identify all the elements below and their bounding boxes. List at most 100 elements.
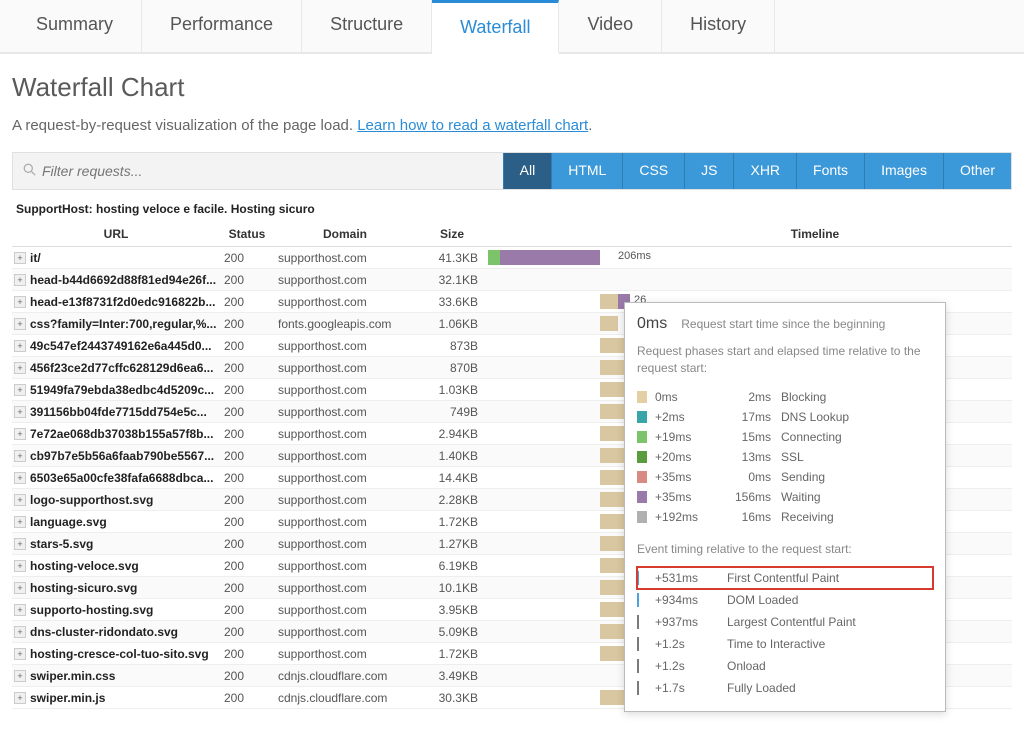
expand-icon[interactable]: + [14,318,26,330]
tab-history[interactable]: History [662,0,775,52]
phase-row: +192ms16msReceiving [637,507,933,527]
status-cell: 200 [220,493,274,507]
col-url[interactable]: URL [12,222,220,246]
size-cell: 3.49KB [416,669,488,683]
learn-link[interactable]: Learn how to read a waterfall chart [357,117,588,134]
domain-cell: supporthost.com [274,383,416,397]
event-name: Fully Loaded [727,681,796,695]
size-cell: 10.1KB [416,581,488,595]
url-text: 391156bb04fde7715dd754e5c... [30,405,207,419]
url-text: hosting-cresce-col-tuo-sito.svg [30,647,209,661]
filter-btn-html[interactable]: HTML [551,153,622,189]
filter-btn-js[interactable]: JS [684,153,733,189]
filter-input-wrap [13,153,503,189]
timeline-left [488,643,618,664]
event-row: +1.7sFully Loaded [637,677,933,699]
status-cell: 200 [220,669,274,683]
tab-video[interactable]: Video [559,0,662,52]
col-timeline[interactable]: Timeline [618,222,1012,246]
expand-icon[interactable]: + [14,274,26,286]
expand-icon[interactable]: + [14,670,26,682]
expand-icon[interactable]: + [14,362,26,374]
expand-icon[interactable]: + [14,538,26,550]
table-row[interactable]: +it/200supporthost.com41.3KB206ms [12,247,1012,269]
size-cell: 30.3KB [416,691,488,705]
filter-btn-xhr[interactable]: XHR [733,153,796,189]
url-text: it/ [30,251,41,265]
phase-swatch [637,511,647,523]
phase-start: +2ms [655,410,719,424]
url-text: 49c547ef2443749162e6a445d0... [30,339,212,353]
filter-btn-all[interactable]: All [503,153,552,189]
filter-btn-css[interactable]: CSS [622,153,684,189]
size-cell: 1.27KB [416,537,488,551]
status-cell: 200 [220,383,274,397]
size-cell: 6.19KB [416,559,488,573]
url-text: cb97b7e5b56a6faab790be5567... [30,449,214,463]
expand-icon[interactable]: + [14,252,26,264]
expand-icon[interactable]: + [14,494,26,506]
phase-start: +192ms [655,510,719,524]
phase-name: Connecting [781,430,842,444]
status-cell: 200 [220,449,274,463]
tab-summary[interactable]: Summary [8,0,142,52]
status-cell: 200 [220,405,274,419]
tab-waterfall[interactable]: Waterfall [432,0,559,54]
event-name: First Contentful Paint [727,571,839,585]
expand-icon[interactable]: + [14,516,26,528]
tab-structure[interactable]: Structure [302,0,432,52]
expand-icon[interactable]: + [14,428,26,440]
col-domain[interactable]: Domain [274,222,416,246]
domain-cell: supporthost.com [274,603,416,617]
phase-row: +35ms156msWaiting [637,487,933,507]
url-text: head-e13f8731f2d0edc916822b... [30,295,215,309]
filter-btn-fonts[interactable]: Fonts [796,153,864,189]
event-marker [637,593,639,607]
timeline-left [488,621,618,642]
event-time: +531ms [655,571,727,585]
timeline-left [488,269,618,290]
url-text: css?family=Inter:700,regular,%... [30,317,216,331]
expand-icon[interactable]: + [14,582,26,594]
filter-btn-images[interactable]: Images [864,153,943,189]
size-cell: 873B [416,339,488,353]
status-cell: 200 [220,361,274,375]
table-row[interactable]: +head-b44d6692d88f81ed94e26f...200suppor… [12,269,1012,291]
filter-btn-other[interactable]: Other [943,153,1011,189]
size-cell: 2.94KB [416,427,488,441]
domain-cell: supporthost.com [274,449,416,463]
size-cell: 14.4KB [416,471,488,485]
status-cell: 200 [220,251,274,265]
filter-input[interactable] [42,153,493,189]
expand-icon[interactable]: + [14,560,26,572]
phase-name: Blocking [781,390,826,404]
tab-performance[interactable]: Performance [142,0,302,52]
url-text: dns-cluster-ridondato.svg [30,625,178,639]
phase-name: Sending [781,470,825,484]
col-size[interactable]: Size [416,222,488,246]
event-time: +1.2s [655,659,727,673]
status-cell: 200 [220,691,274,705]
status-cell: 200 [220,537,274,551]
filter-bar: AllHTMLCSSJSXHRFontsImagesOther [12,152,1012,190]
phase-start: +35ms [655,490,719,504]
expand-icon[interactable]: + [14,406,26,418]
expand-icon[interactable]: + [14,340,26,352]
expand-icon[interactable]: + [14,296,26,308]
col-status[interactable]: Status [220,222,274,246]
grid-header: URL Status Domain Size Timeline [12,222,1012,247]
tabs-bar: SummaryPerformanceStructureWaterfallVide… [0,0,1024,54]
size-cell: 1.72KB [416,515,488,529]
expand-icon[interactable]: + [14,692,26,704]
expand-icon[interactable]: + [14,472,26,484]
status-cell: 200 [220,339,274,353]
event-name: Time to Interactive [727,637,825,651]
expand-icon[interactable]: + [14,450,26,462]
expand-icon[interactable]: + [14,626,26,638]
expand-icon[interactable]: + [14,604,26,616]
phase-swatch [637,391,647,403]
phase-dur: 16ms [719,510,781,524]
timeline-left [488,423,618,444]
expand-icon[interactable]: + [14,384,26,396]
expand-icon[interactable]: + [14,648,26,660]
